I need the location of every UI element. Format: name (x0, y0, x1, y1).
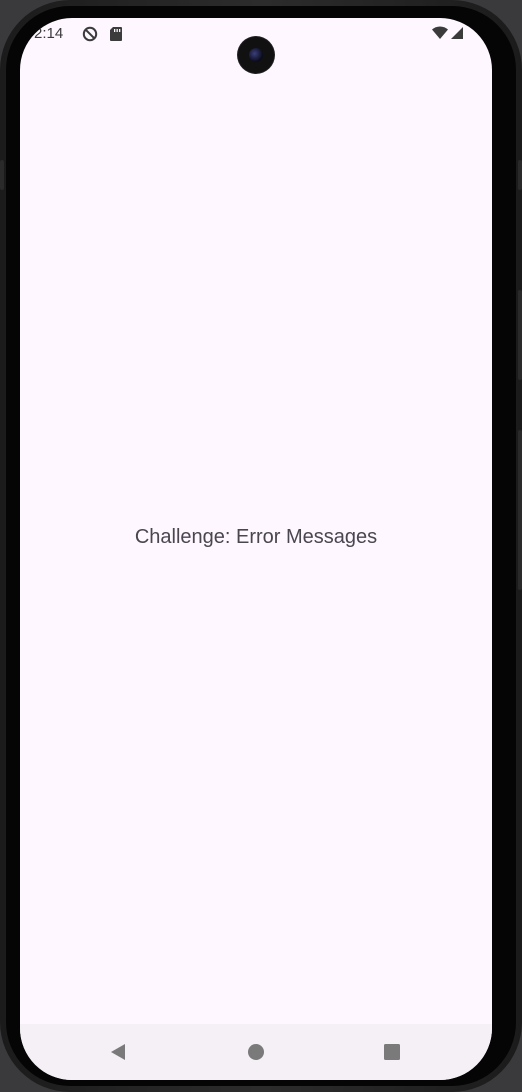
volume-button (518, 290, 522, 380)
phone-screen: 2:14 Challenge: Error Messages (20, 18, 492, 1080)
signal-icon (450, 26, 464, 44)
side-rail-top (0, 160, 4, 190)
wifi-icon (432, 26, 448, 44)
back-icon[interactable] (108, 1042, 128, 1062)
status-time: 2:14 (34, 25, 64, 42)
do-not-disturb-icon (82, 26, 98, 46)
sd-card-icon (109, 26, 123, 46)
home-icon[interactable] (246, 1042, 266, 1062)
navigation-bar (20, 1024, 492, 1080)
power-button (518, 430, 522, 590)
challenge-message: Challenge: Error Messages (134, 526, 378, 548)
front-camera (238, 37, 274, 73)
side-rail-top-right (518, 160, 522, 190)
recents-icon[interactable] (382, 1042, 402, 1062)
